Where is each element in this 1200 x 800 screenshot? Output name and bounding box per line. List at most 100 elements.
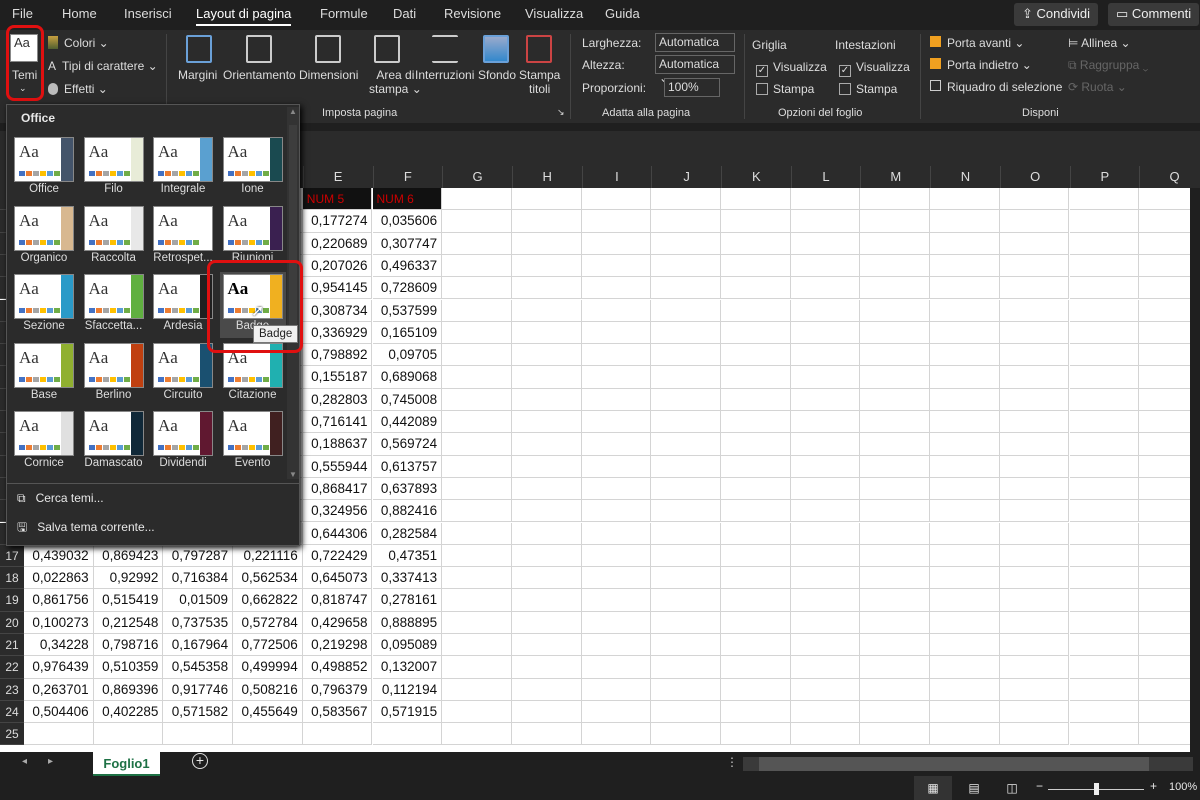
cell-E18[interactable]: 0,645073 [302, 567, 373, 590]
selection-pane-button[interactable]: Riquadro di selezione [930, 80, 1062, 94]
cell-G1[interactable] [442, 188, 512, 211]
cell-M4[interactable] [860, 254, 931, 278]
cell-I4[interactable] [581, 254, 652, 278]
row-header[interactable]: 24 [0, 700, 24, 724]
cell-G16[interactable] [442, 522, 512, 545]
cell-E9[interactable]: 0,155187 [302, 366, 373, 389]
cell-P6[interactable] [1069, 299, 1140, 322]
cell-J6[interactable] [651, 299, 721, 322]
cell-I9[interactable] [581, 366, 652, 389]
cell-G7[interactable] [442, 321, 512, 345]
cell-M9[interactable] [860, 366, 931, 389]
cell-P2[interactable] [1069, 210, 1140, 233]
cell-H14[interactable] [511, 477, 582, 501]
cell-M3[interactable] [860, 232, 931, 255]
cell-Q16[interactable] [1139, 523, 1190, 545]
cell-K19[interactable] [721, 589, 791, 612]
theme-cornice[interactable]: Aa Cornice [11, 409, 77, 475]
cell-N9[interactable] [930, 366, 1000, 389]
cell-B23[interactable]: 0,869396 [93, 678, 164, 701]
cell-D19[interactable]: 0,662822 [233, 589, 303, 612]
cell-P22[interactable] [1069, 656, 1140, 679]
cell-G15[interactable] [442, 500, 512, 523]
page-break-view-icon[interactable]: ◫ [1000, 776, 1024, 800]
cell-K14[interactable] [721, 477, 791, 501]
scroll-left-icon[interactable]: ◂ [22, 756, 27, 767]
rotate-button[interactable]: ⟳ Ruota ⌄ [1068, 80, 1127, 94]
theme-raccolta[interactable]: Aa Raccolta [81, 204, 147, 270]
cell-J24[interactable] [651, 700, 721, 724]
cell-G14[interactable] [442, 477, 512, 501]
cell-K4[interactable] [721, 254, 791, 278]
cell-I8[interactable] [581, 344, 652, 367]
column-header-O[interactable]: O [999, 166, 1070, 188]
cell-H1[interactable] [511, 188, 582, 211]
cell-F3[interactable]: 0,307747 [372, 232, 443, 255]
cell-K20[interactable] [721, 611, 791, 634]
cell-D22[interactable]: 0,499994 [233, 656, 303, 679]
cell-L18[interactable] [790, 567, 861, 590]
cell-F14[interactable]: 0,637893 [372, 477, 443, 501]
cell-F4[interactable]: 0,496337 [372, 254, 443, 278]
cell-N10[interactable] [930, 388, 1000, 411]
cell-E6[interactable]: 0,308734 [302, 299, 373, 322]
column-header-P[interactable]: P [1069, 166, 1140, 188]
cell-P12[interactable] [1069, 433, 1140, 456]
cell-H16[interactable] [511, 522, 582, 545]
cell-J15[interactable] [651, 500, 721, 523]
cell-P19[interactable] [1069, 589, 1140, 612]
column-header-Q[interactable]: Q [1139, 166, 1200, 188]
cell-M20[interactable] [860, 611, 931, 634]
cell-E7[interactable]: 0,336929 [302, 321, 373, 345]
cell-O17[interactable] [999, 544, 1070, 568]
cell-F22[interactable]: 0,132007 [372, 656, 443, 679]
cell-E14[interactable]: 0,868417 [302, 477, 373, 501]
cell-L22[interactable] [790, 656, 861, 679]
cell-M5[interactable] [860, 277, 931, 300]
theme-damascato[interactable]: Aa Damascato [81, 409, 147, 475]
zoom-out-icon[interactable]: − [1036, 779, 1043, 793]
cell-O5[interactable] [999, 277, 1070, 300]
cell-E15[interactable]: 0,324956 [302, 500, 373, 523]
cell-F17[interactable]: 0,47351 [372, 544, 443, 568]
cell-J2[interactable] [651, 210, 721, 233]
cell-H22[interactable] [511, 656, 582, 679]
cell-A24[interactable]: 0,504406 [24, 700, 94, 724]
headings-print-checkbox[interactable]: Stampa [839, 82, 897, 96]
cell-J13[interactable] [651, 455, 721, 478]
cell-G8[interactable] [442, 344, 512, 367]
cell-D17[interactable]: 0,221116 [233, 544, 303, 568]
cell-E3[interactable]: 0,220689 [302, 232, 373, 255]
cell-O13[interactable] [999, 455, 1070, 478]
cell-D25[interactable] [233, 723, 303, 746]
column-header-E[interactable]: E [302, 166, 373, 188]
theme-evento[interactable]: Aa Evento [220, 409, 286, 475]
cell-F12[interactable]: 0,569724 [372, 433, 443, 456]
cell-O15[interactable] [999, 500, 1070, 523]
cell-I17[interactable] [581, 544, 652, 568]
add-sheet-icon[interactable]: + [192, 753, 208, 769]
cell-O4[interactable] [999, 254, 1070, 278]
cell-O6[interactable] [999, 299, 1070, 322]
cell-F21[interactable]: 0,095089 [372, 634, 443, 657]
cell-E8[interactable]: 0,798892 [302, 344, 373, 367]
tab-file[interactable]: File [12, 6, 33, 21]
cell-M18[interactable] [860, 567, 931, 590]
cell-E24[interactable]: 0,583567 [302, 700, 373, 724]
cell-K17[interactable] [721, 544, 791, 568]
cell-M24[interactable] [860, 700, 931, 724]
cell-N16[interactable] [930, 522, 1000, 545]
theme-berlino[interactable]: Aa Berlino [81, 341, 147, 407]
group-button[interactable]: ⧉ Raggruppa ⌄ [1068, 58, 1148, 73]
cell-H9[interactable] [511, 366, 582, 389]
tab-visualizza[interactable]: Visualizza [525, 6, 583, 21]
cell-B17[interactable]: 0,869423 [93, 544, 164, 568]
cell-O24[interactable] [999, 700, 1070, 724]
cell-I18[interactable] [581, 567, 652, 590]
cell-K2[interactable] [721, 210, 791, 233]
cell-L15[interactable] [790, 500, 861, 523]
cell-I5[interactable] [581, 277, 652, 300]
cell-G12[interactable] [442, 433, 512, 456]
row-header[interactable]: 18 [0, 567, 24, 590]
share-button[interactable]: ⇪ Condividi [1014, 3, 1098, 26]
